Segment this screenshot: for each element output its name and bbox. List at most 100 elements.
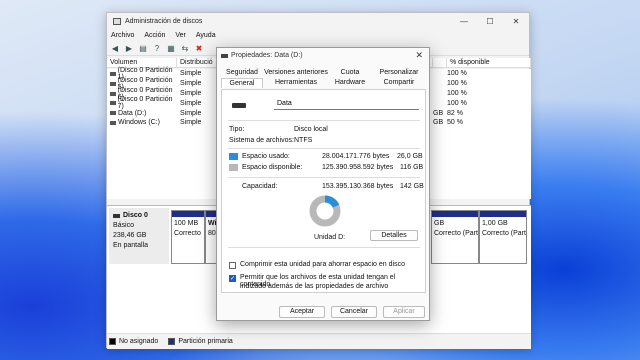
index-checkbox[interactable]: ✓ bbox=[229, 275, 236, 282]
menu-bar: Archivo Acción Ver Ayuda bbox=[107, 29, 529, 41]
volume-pct: 82 % bbox=[447, 109, 463, 117]
partition-status: Correcto bbox=[174, 230, 201, 237]
disk-status: En pantalla bbox=[113, 242, 149, 249]
used-space-bytes: 28.004.171.776 bytes bbox=[322, 153, 390, 160]
volume-pct: 100 % bbox=[447, 89, 467, 97]
volume-icon bbox=[110, 120, 116, 125]
general-tab-panel: Tipo: Disco local Sistema de archivos: N… bbox=[221, 89, 426, 293]
compress-checkbox[interactable] bbox=[229, 262, 236, 269]
volume-layout: Simple bbox=[180, 89, 202, 97]
tab-seguridad[interactable]: Seguridad bbox=[221, 68, 263, 78]
volume-free: GB bbox=[433, 119, 444, 127]
volume-layout: Simple bbox=[180, 99, 202, 107]
used-space-swatch bbox=[229, 153, 238, 160]
partition-block[interactable]: 100 MB Correcto bbox=[171, 210, 205, 264]
volume-icon bbox=[110, 101, 116, 106]
tab-compartir[interactable]: Compartir bbox=[371, 78, 427, 88]
ok-button[interactable]: Aceptar bbox=[279, 306, 325, 318]
tab-cuota[interactable]: Cuota bbox=[329, 68, 371, 78]
type-value: Disco local bbox=[294, 126, 328, 133]
details-button[interactable]: Detalles bbox=[370, 230, 418, 241]
cancel-button[interactable]: Cancelar bbox=[331, 306, 377, 318]
forward-arrow-icon[interactable]: ▶ bbox=[123, 43, 135, 54]
help-icon[interactable]: ? bbox=[151, 43, 163, 54]
properties-dialog: Propiedades: Data (D:) ✕ Seguridad Versi… bbox=[216, 47, 430, 321]
partition-size: 100 MB bbox=[174, 220, 199, 227]
partition-name: Wi bbox=[208, 220, 216, 227]
disk-0-label[interactable]: Disco 0 Básico 238,46 GB En pantalla bbox=[109, 208, 169, 264]
connect-icon[interactable]: ⇆ bbox=[179, 43, 191, 54]
capacity-bytes: 153.395.130.368 bytes bbox=[322, 183, 394, 190]
tab-general[interactable]: General bbox=[221, 78, 263, 88]
volume-icon bbox=[110, 91, 116, 96]
legend-primary-partition: Partición primaria bbox=[178, 338, 233, 345]
column-free[interactable] bbox=[433, 58, 447, 67]
capacity-label: Capacidad: bbox=[242, 183, 278, 190]
window-titlebar: Administración de discos — ☐ ✕ bbox=[107, 13, 529, 29]
volume-icon bbox=[110, 81, 116, 86]
volume-icon bbox=[110, 71, 116, 76]
volume-layout: Simple bbox=[180, 80, 202, 88]
menu-archivo[interactable]: Archivo bbox=[111, 32, 134, 39]
volume-free: GB bbox=[433, 109, 444, 117]
volume-pct: 50 % bbox=[447, 119, 463, 127]
drive-unit-label: Unidad D: bbox=[314, 234, 346, 241]
tab-strip: Seguridad Versiones anteriores Cuota Per… bbox=[221, 68, 427, 88]
free-space-gb: 116 GB bbox=[400, 164, 424, 171]
used-space-gb: 26,0 GB bbox=[397, 153, 423, 160]
usage-donut-chart bbox=[309, 195, 341, 227]
volume-name: (Disco 0 Partición 7) bbox=[117, 96, 173, 111]
menu-accion[interactable]: Acción bbox=[144, 32, 165, 39]
volume-name-input[interactable] bbox=[274, 98, 419, 110]
apply-button[interactable]: Aplicar bbox=[383, 306, 425, 318]
divider bbox=[228, 247, 420, 248]
close-button[interactable]: ✕ bbox=[503, 13, 529, 29]
column-distribucion[interactable]: Distribució bbox=[177, 58, 217, 67]
tab-versiones-anteriores[interactable]: Versiones anteriores bbox=[263, 68, 329, 78]
hard-drive-icon bbox=[232, 103, 246, 108]
compress-label: Comprimir esta unidad para ahorrar espac… bbox=[240, 261, 405, 268]
used-space-label: Espacio usado: bbox=[242, 153, 290, 160]
disk-type: Básico bbox=[113, 222, 135, 229]
maximize-button[interactable]: ☐ bbox=[477, 13, 503, 29]
menu-ver[interactable]: Ver bbox=[175, 32, 186, 39]
partition-block[interactable]: 1,00 GB Correcto (Part bbox=[479, 210, 527, 264]
free-space-swatch bbox=[229, 164, 238, 171]
column-volumen[interactable]: Volumen bbox=[107, 58, 177, 67]
volume-pct: 100 % bbox=[447, 99, 467, 107]
volume-name: Windows (C:) bbox=[118, 119, 161, 127]
divider bbox=[228, 120, 420, 121]
partition-size: GB bbox=[434, 220, 445, 227]
filesystem-value: NTFS bbox=[294, 137, 313, 144]
filesystem-label: Sistema de archivos: bbox=[229, 137, 294, 144]
tab-hardware[interactable]: Hardware bbox=[329, 78, 371, 88]
back-arrow-icon[interactable]: ◀ bbox=[109, 43, 121, 54]
view-list-icon[interactable]: ▤ bbox=[137, 43, 149, 54]
volume-pct: 100 % bbox=[447, 70, 467, 78]
minimize-button[interactable]: — bbox=[451, 13, 477, 29]
volume-layout: Simple bbox=[180, 70, 202, 78]
properties-icon[interactable]: ▦ bbox=[165, 43, 177, 54]
disk-name: Disco 0 bbox=[123, 212, 148, 219]
window-title: Administración de discos bbox=[125, 17, 203, 25]
partition-status: Correcto (Partición c bbox=[434, 230, 478, 237]
free-space-bytes: 125.390.958.592 bytes bbox=[322, 164, 394, 171]
free-space-label: Espacio disponible: bbox=[242, 164, 303, 171]
legend-unallocated: No asignado bbox=[119, 338, 159, 345]
unallocated-swatch bbox=[109, 338, 116, 345]
disk-size: 238,46 GB bbox=[113, 232, 147, 239]
index-label-line2: indizado además de las propiedades de ar… bbox=[240, 283, 389, 290]
dialog-titlebar: Propiedades: Data (D:) ✕ bbox=[217, 48, 429, 63]
delete-icon[interactable]: ✖ bbox=[193, 43, 205, 54]
menu-ayuda[interactable]: Ayuda bbox=[196, 32, 216, 39]
close-icon[interactable]: ✕ bbox=[415, 50, 423, 61]
disk-icon bbox=[113, 214, 120, 218]
drive-icon bbox=[221, 53, 228, 58]
partition-block[interactable]: GB Correcto (Partición c bbox=[431, 210, 479, 264]
tab-personalizar[interactable]: Personalizar bbox=[371, 68, 427, 78]
column-pct-disponible[interactable]: % disponible bbox=[447, 58, 531, 67]
volume-name: Data (D:) bbox=[118, 109, 147, 117]
legend-bar: No asignado Partición primaria bbox=[107, 333, 531, 349]
tab-herramientas[interactable]: Herramientas bbox=[263, 78, 329, 88]
partition-size: 80, bbox=[208, 230, 216, 237]
